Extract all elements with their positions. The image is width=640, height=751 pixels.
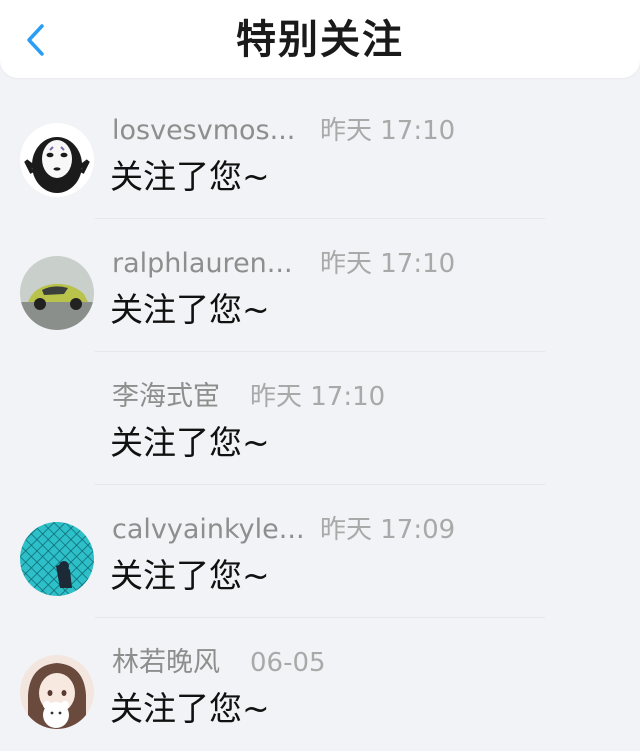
avatar[interactable] [20,256,94,330]
notification-message: 关注了您~ [110,290,270,329]
username[interactable]: losvesvmos... [112,113,295,149]
top-bar: 特别关注 [0,0,640,78]
username[interactable]: 林若晚风 [112,645,220,681]
timestamp: 昨天 17:10 [320,116,456,146]
page-title: 特别关注 [236,17,404,63]
timestamp: 昨天 17:10 [320,249,456,279]
notification-list: losvesvmos... 昨天 17:10 关注了您~ ralphlauren… [0,86,640,751]
list-item[interactable]: ralphlauren... 昨天 17:10 关注了您~ [0,219,640,352]
avatar[interactable] [20,522,94,596]
timestamp: 06-05 [250,648,326,678]
car-photo-icon [20,256,94,330]
fence-sky-icon [20,522,94,596]
timestamp: 昨天 17:10 [250,382,386,412]
avatar[interactable] [20,655,94,729]
list-item[interactable]: 李海式宦 昨天 17:10 关注了您~ [0,352,640,485]
username[interactable]: ralphlauren... [112,246,293,282]
no-face-mask-icon [20,123,94,197]
list-item[interactable]: losvesvmos... 昨天 17:10 关注了您~ [0,86,640,219]
notification-message: 关注了您~ [110,689,270,728]
notification-message: 关注了您~ [110,423,270,462]
notification-message: 关注了您~ [110,157,270,196]
list-item[interactable]: calvyainkyle... 昨天 17:09 关注了您~ [0,485,640,618]
username[interactable]: 李海式宦 [112,379,220,415]
list-item[interactable]: 林若晚风 06-05 关注了您~ [0,618,640,751]
avatar[interactable] [20,123,94,197]
username[interactable]: calvyainkyle... [112,512,305,548]
notification-message: 关注了您~ [110,556,270,595]
timestamp: 昨天 17:09 [320,515,456,545]
anime-girl-bear-icon [20,655,94,729]
